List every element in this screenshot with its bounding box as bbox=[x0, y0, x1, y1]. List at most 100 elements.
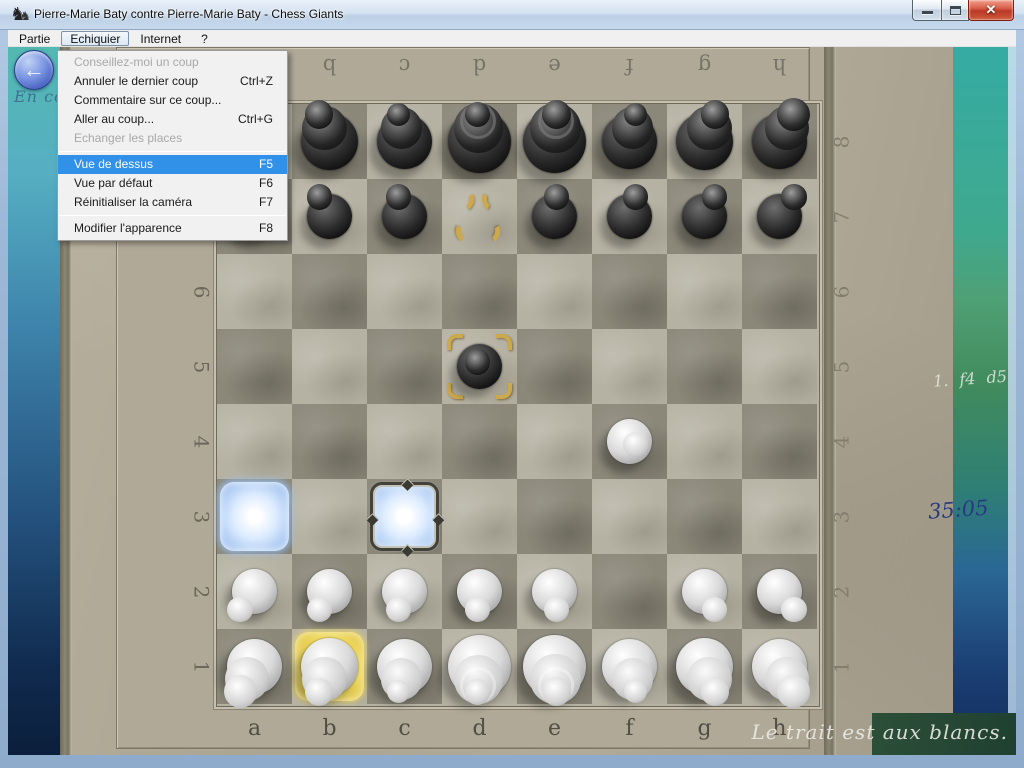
square-a5[interactable] bbox=[217, 329, 292, 404]
status-bar-text: Le trait est aux blancs. bbox=[708, 720, 1008, 744]
square-e4[interactable] bbox=[517, 404, 592, 479]
square-h4[interactable] bbox=[742, 404, 817, 479]
square-f3[interactable] bbox=[592, 479, 667, 554]
square-b6[interactable] bbox=[292, 254, 367, 329]
square-e5[interactable] bbox=[517, 329, 592, 404]
menu-separator bbox=[59, 215, 286, 216]
menu-item-label: Commentaire sur ce coup... bbox=[74, 91, 221, 110]
square-e3[interactable] bbox=[517, 479, 592, 554]
menu-item-label: Vue de dessus bbox=[74, 155, 153, 174]
square-f5[interactable] bbox=[592, 329, 667, 404]
square-g3[interactable] bbox=[667, 479, 742, 554]
rank-label-right-6: 6 bbox=[829, 254, 853, 329]
file-label-bottom-d: d bbox=[442, 716, 517, 741]
close-icon: ✕ bbox=[969, 2, 1013, 18]
menu-item-conseillez-moi-un-coup[interactable]: Conseillez-moi un coup bbox=[58, 53, 287, 72]
app-window: ♞♞ Pierre-Marie Baty contre Pierre-Marie… bbox=[0, 0, 1024, 768]
menu-item-echanger-les-places[interactable]: Echanger les places bbox=[58, 129, 287, 148]
rank-label-left-3: 3 bbox=[189, 479, 213, 554]
title-bar[interactable]: ♞♞ Pierre-Marie Baty contre Pierre-Marie… bbox=[0, 0, 1024, 30]
square-f6[interactable] bbox=[592, 254, 667, 329]
minimize-button[interactable] bbox=[912, 0, 942, 21]
square-d6[interactable] bbox=[442, 254, 517, 329]
piece-head bbox=[387, 103, 410, 126]
minimize-icon bbox=[922, 11, 933, 14]
menubar-item-echiquier[interactable]: Echiquier bbox=[61, 31, 129, 46]
gold-corner-bracket bbox=[447, 334, 463, 350]
square-c4[interactable] bbox=[367, 404, 442, 479]
rank-label-left-2: 2 bbox=[189, 554, 213, 629]
menubar-item-partie[interactable]: Partie bbox=[10, 31, 59, 46]
menu-item-shortcut: F5 bbox=[259, 155, 273, 174]
gold-corner-bracket bbox=[496, 334, 512, 350]
menu-item-shortcut: Ctrl+Z bbox=[240, 72, 273, 91]
file-label-top-f: f bbox=[592, 54, 667, 78]
menu-item-annuler-le-dernier-coup[interactable]: Annuler le dernier coup Ctrl+Z bbox=[58, 72, 287, 91]
square-a6[interactable] bbox=[217, 254, 292, 329]
rank-label-right-4: 4 bbox=[829, 404, 853, 479]
menu-item-label: Réinitialiser la caméra bbox=[74, 193, 192, 212]
square-a4[interactable] bbox=[217, 404, 292, 479]
menu-item-label: Annuler le dernier coup bbox=[74, 72, 198, 91]
rank-label-right-5: 5 bbox=[829, 329, 853, 404]
gold-corner-bracket bbox=[496, 383, 512, 399]
square-b5[interactable] bbox=[292, 329, 367, 404]
square-g6[interactable] bbox=[667, 254, 742, 329]
piece-head bbox=[224, 675, 257, 708]
square-c5[interactable] bbox=[367, 329, 442, 404]
file-label-top-c: c bbox=[367, 54, 442, 78]
file-label-bottom-b: b bbox=[292, 716, 367, 741]
piece-head bbox=[465, 102, 490, 127]
piece-head bbox=[701, 100, 730, 129]
square-b3[interactable] bbox=[292, 479, 367, 554]
highlight-hover-c3[interactable] bbox=[370, 482, 439, 551]
maximize-button[interactable] bbox=[941, 0, 969, 21]
square-c6[interactable] bbox=[367, 254, 442, 329]
menu-bar: PartieEchiquierInternet? bbox=[8, 30, 1016, 47]
menu-item-vue-par-d-faut[interactable]: Vue par défautF6 bbox=[58, 174, 287, 193]
piece-head bbox=[465, 679, 490, 704]
last-move-from-marker bbox=[442, 179, 517, 254]
highlight-target-a3[interactable] bbox=[220, 482, 289, 551]
window-controls: ✕ bbox=[913, 0, 1014, 22]
window-title: Pierre-Marie Baty contre Pierre-Marie Ba… bbox=[34, 7, 343, 21]
menu-item-shortcut: F6 bbox=[259, 174, 273, 193]
menu-item-modifier-l-apparence[interactable]: Modifier l'apparenceF8 bbox=[58, 219, 287, 238]
gold-claw-mark bbox=[453, 187, 476, 213]
echiquier-dropdown-menu: Conseillez-moi un coupAnnuler le dernier… bbox=[57, 50, 288, 241]
square-h6[interactable] bbox=[742, 254, 817, 329]
menu-item-r-initialiser-la-cam-ra[interactable]: Réinitialiser la caméra F7 bbox=[58, 193, 287, 212]
back-button[interactable]: ← bbox=[14, 50, 54, 90]
file-label-bottom-f: f bbox=[592, 716, 667, 741]
menu-item-commentaire-sur-ce-coup[interactable]: Commentaire sur ce coup... bbox=[58, 91, 287, 110]
square-h5[interactable] bbox=[742, 329, 817, 404]
file-label-top-b: b bbox=[292, 54, 367, 78]
menu-item-aller-au-coup[interactable]: Aller au coup...Ctrl+G bbox=[58, 110, 287, 129]
piece-head bbox=[465, 349, 490, 374]
file-label-top-h: h bbox=[742, 54, 817, 78]
piece-head bbox=[386, 184, 411, 209]
square-h3[interactable] bbox=[742, 479, 817, 554]
menu-item-shortcut: F8 bbox=[259, 219, 273, 238]
square-b4[interactable] bbox=[292, 404, 367, 479]
menubar-item-internet[interactable]: Internet bbox=[131, 31, 190, 46]
piece-head bbox=[307, 184, 332, 209]
close-button[interactable]: ✕ bbox=[968, 0, 1014, 21]
menu-item-vue-de-dessus[interactable]: Vue de dessus F5 bbox=[58, 155, 287, 174]
piece-head bbox=[386, 597, 411, 622]
square-d4[interactable] bbox=[442, 404, 517, 479]
piece-head bbox=[307, 597, 332, 622]
piece-head bbox=[465, 597, 490, 622]
square-g4[interactable] bbox=[667, 404, 742, 479]
piece-head bbox=[781, 597, 806, 622]
chessboard bbox=[216, 103, 820, 707]
file-label-top-g: g bbox=[667, 54, 742, 78]
square-d3[interactable] bbox=[442, 479, 517, 554]
menu-item-shortcut: F7 bbox=[259, 193, 273, 212]
square-e6[interactable] bbox=[517, 254, 592, 329]
menubar-item-?[interactable]: ? bbox=[192, 31, 217, 46]
gold-claw-mark bbox=[453, 219, 476, 245]
gold-claw-mark bbox=[479, 219, 502, 245]
square-g5[interactable] bbox=[667, 329, 742, 404]
square-f2[interactable] bbox=[592, 554, 667, 629]
